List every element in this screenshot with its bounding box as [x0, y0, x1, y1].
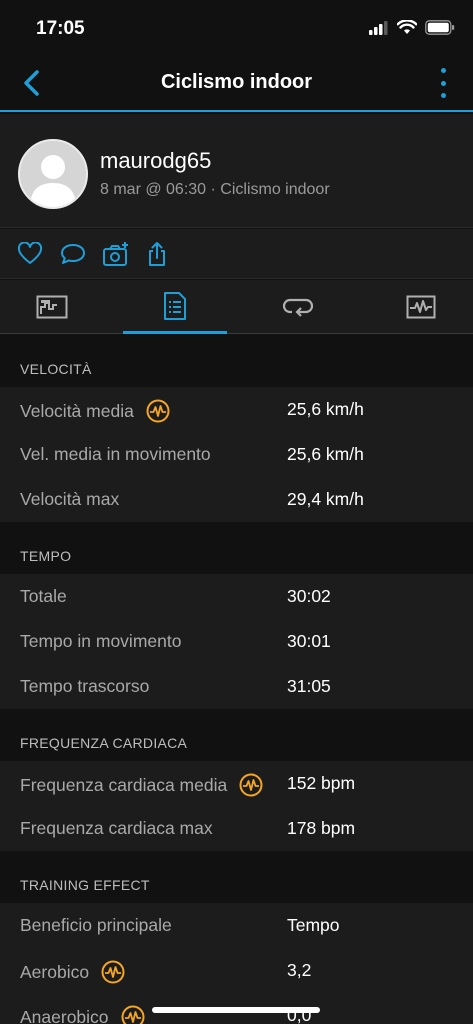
status-bar: 17:05: [0, 0, 473, 56]
stat-label: Tempo trascorso: [20, 676, 150, 696]
wifi-icon: [397, 20, 417, 34]
avatar[interactable]: [18, 139, 88, 209]
stat-value: 25,6 km/h: [287, 444, 364, 464]
heart-icon: [17, 242, 43, 264]
section-speed: Velocità media 25,6 km/h Vel. media in m…: [0, 387, 473, 522]
performance-indicator-icon: [146, 399, 170, 423]
section-title-time: TEMPO: [20, 548, 72, 564]
laps-icon: [282, 298, 314, 317]
stat-value: Tempo: [287, 915, 340, 935]
more-dot: [440, 80, 446, 86]
stat-label: Aerobico: [20, 960, 125, 984]
stat-row: Tempo trascorso 31:05: [0, 664, 473, 709]
stat-label: Tempo in movimento: [20, 631, 182, 651]
performance-indicator-icon: [239, 773, 263, 797]
like-button[interactable]: [15, 239, 45, 269]
add-photo-button[interactable]: [101, 239, 131, 269]
stat-label: Frequenza cardiaca media: [20, 773, 263, 797]
stat-value: 25,6 km/h: [287, 399, 364, 419]
stat-label: Velocità media: [20, 399, 170, 423]
stat-value: 152 bpm: [287, 773, 356, 793]
more-dot: [440, 68, 446, 73]
share-button[interactable]: [142, 239, 172, 269]
performance-indicator-icon: [101, 960, 125, 984]
stat-value: 30:01: [287, 631, 331, 651]
tab-summary[interactable]: [0, 280, 104, 334]
section-time: Totale 30:02 Tempo in movimento 30:01 Te…: [0, 574, 473, 709]
stat-label: Velocità max: [20, 489, 120, 509]
stat-label: Frequenza cardiaca max: [20, 818, 213, 838]
stat-label: Totale: [20, 586, 67, 606]
activity-subtitle: 8 mar @ 06:30 · Ciclismo indoor: [100, 181, 330, 198]
user-placeholder-icon: [30, 155, 76, 207]
tab-graphs[interactable]: [369, 280, 473, 334]
stat-row: Frequenza cardiaca max 178 bpm: [0, 806, 473, 851]
section-title-training-effect: TRAINING EFFECT: [20, 877, 150, 893]
stats-list-icon: [164, 291, 186, 320]
more-dot: [440, 93, 446, 98]
more-options-button[interactable]: [437, 68, 449, 98]
stat-value: 3,2: [287, 960, 312, 980]
summary-chart-icon: [36, 295, 68, 319]
username[interactable]: maurodg65: [100, 148, 211, 174]
stat-label: Vel. media in movimento: [20, 444, 211, 464]
comment-icon: [61, 244, 85, 264]
page-title: Ciclismo indoor: [160, 71, 313, 93]
status-time: 17:05: [36, 18, 85, 39]
comment-button[interactable]: [58, 239, 88, 269]
stat-value: 31:05: [287, 676, 331, 696]
section-title-heart-rate: FREQUENZA CARDIACA: [20, 735, 188, 751]
nav-bar: Ciclismo indoor: [0, 56, 473, 112]
tab-stats[interactable]: [123, 280, 227, 334]
stat-row: Velocità max 29,4 km/h: [0, 477, 473, 522]
section-title-speed: VELOCITÀ: [20, 361, 92, 377]
stat-row: Velocità media 25,6 km/h: [0, 387, 473, 432]
stat-row: Beneficio principale Tempo: [0, 903, 473, 948]
stat-row: Tempo in movimento 30:01: [0, 619, 473, 664]
stat-row: Totale 30:02: [0, 574, 473, 619]
tab-bar: [0, 280, 473, 334]
stat-label: Beneficio principale: [20, 915, 172, 935]
home-indicator[interactable]: [152, 1007, 320, 1013]
graphs-icon: [406, 295, 436, 319]
signal-icon: [369, 20, 388, 35]
stats-content[interactable]: VELOCITÀ Velocità media 25,6 km/h Vel. m…: [0, 335, 473, 1024]
action-bar: [0, 229, 473, 279]
stat-row: Vel. media in movimento 25,6 km/h: [0, 432, 473, 477]
stat-value: 178 bpm: [287, 818, 356, 838]
stat-label: Anaerobico: [20, 1005, 145, 1024]
stat-value: 29,4 km/h: [287, 489, 364, 509]
camera-add-icon: [103, 242, 128, 266]
performance-indicator-icon: [121, 1005, 145, 1024]
share-icon: [149, 242, 165, 266]
stat-row: Frequenza cardiaca media 152 bpm: [0, 761, 473, 806]
stat-value: 30:02: [287, 586, 331, 606]
section-training-effect: Beneficio principale Tempo Aerobico 3,2 …: [0, 903, 473, 1024]
battery-icon: [425, 20, 455, 35]
activity-header: maurodg65 8 mar @ 06:30 · Ciclismo indoo…: [0, 114, 473, 228]
tab-laps[interactable]: [246, 280, 350, 334]
section-heart-rate: Frequenza cardiaca media 152 bpm Frequen…: [0, 761, 473, 851]
stat-row: Aerobico 3,2: [0, 948, 473, 993]
status-icons: [369, 20, 455, 35]
